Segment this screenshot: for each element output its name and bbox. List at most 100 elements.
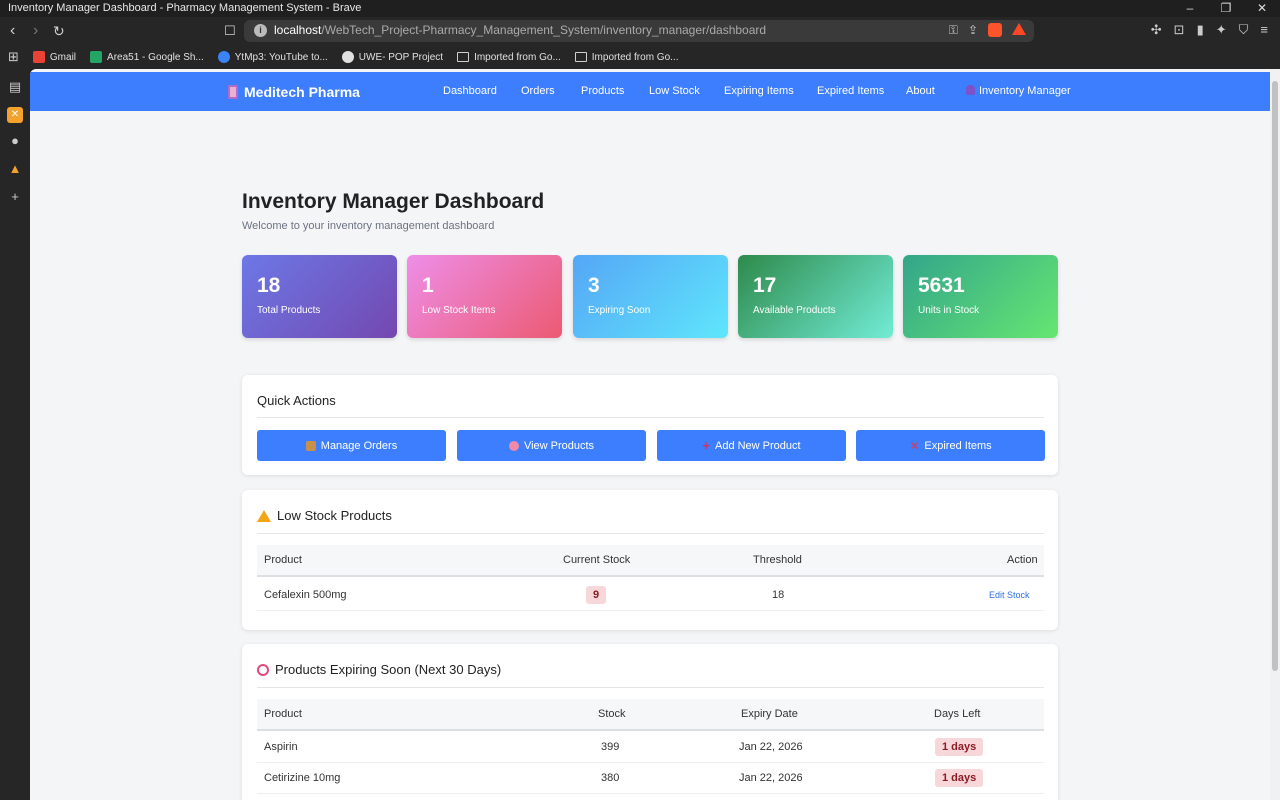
quick-actions-title: Quick Actions [257, 393, 336, 408]
nav-low-stock[interactable]: Low Stock [649, 72, 700, 111]
add-new-product-button[interactable]: + Add New Product [657, 430, 846, 461]
site-info-icon[interactable]: i [254, 24, 267, 37]
stat-total-products: 18 Total Products [242, 255, 397, 338]
stat-label: Low Stock Items [422, 305, 496, 316]
browser-sidebar: ▤ ✕ ● ▲ + [0, 69, 30, 800]
vpn-icon[interactable]: ⛉ [1239, 22, 1249, 38]
col-expiry-date: Expiry Date [741, 708, 798, 720]
apps-grid-icon[interactable]: ⊞ [8, 49, 19, 65]
bookmark-folder-1[interactable]: Imported from Go... [457, 52, 561, 63]
forward-icon[interactable]: › [33, 22, 38, 40]
leo-ai-icon[interactable]: ✦ [1216, 22, 1227, 38]
expiring-soon-card: Products Expiring Soon (Next 30 Days) Pr… [242, 644, 1058, 800]
folder-icon [574, 52, 587, 62]
table-row: Cetirizine 10mg 380 Jan 22, 2026 1 days [257, 762, 1044, 794]
stock-value: 399 [601, 740, 620, 753]
view-products-button[interactable]: View Products [457, 430, 646, 461]
back-icon[interactable]: ‹ [10, 22, 15, 40]
stat-value: 18 [257, 274, 281, 297]
table-row: Cefalexin 500mg 9 18 Edit Stock [257, 579, 1044, 611]
menu-icon[interactable]: ≡ [1260, 22, 1268, 38]
nav-expired-items[interactable]: Expired Items [817, 72, 884, 111]
page-scrollbar[interactable] [1270, 69, 1280, 800]
scrollbar-thumb[interactable] [1272, 81, 1278, 671]
window-title: Inventory Manager Dashboard - Pharmacy M… [8, 2, 362, 14]
bookmark-gmail[interactable]: Gmail [32, 51, 76, 63]
window-controls: – ❐ ✕ [1172, 0, 1280, 17]
low-stock-card: Low Stock Products Product Current Stock… [242, 490, 1058, 630]
expiry-date: Jan 22, 2026 [739, 771, 803, 784]
stat-label: Expiring Soon [588, 305, 651, 316]
expiry-date: Jan 22, 2026 [739, 740, 803, 753]
stat-available-products: 17 Available Products [738, 255, 893, 338]
nav-dashboard[interactable]: Dashboard [443, 72, 497, 111]
reload-icon[interactable]: ↻ [53, 22, 65, 40]
product-name: Cetirizine 10mg [264, 771, 341, 784]
stat-value: 17 [753, 274, 777, 297]
key-icon[interactable]: ⚿ [949, 23, 958, 38]
bookmark-icon[interactable]: ☐ [224, 22, 236, 40]
cross-icon: ✕ [909, 438, 920, 453]
col-action: Action [1007, 554, 1038, 566]
expiring-table-header: Product Stock Expiry Date Days Left [257, 699, 1044, 731]
col-days-left: Days Left [934, 708, 981, 720]
package-icon [305, 440, 316, 451]
address-bar[interactable]: i localhost/WebTech_Project-Pharmacy_Man… [244, 20, 1034, 42]
window-titlebar: Inventory Manager Dashboard - Pharmacy M… [0, 0, 1280, 17]
nav-products[interactable]: Products [581, 72, 624, 111]
manage-orders-button[interactable]: Manage Orders [257, 430, 446, 461]
sidebar-toggle-icon[interactable]: ▮ [1197, 22, 1204, 38]
page-subtitle: Welcome to your inventory management das… [242, 220, 495, 232]
nav-orders[interactable]: Orders [521, 72, 555, 111]
bookmark-uwe-pop[interactable]: UWE- POP Project [341, 51, 443, 63]
brand[interactable]: Meditech Pharma [228, 72, 360, 111]
stat-units-in-stock: 5631 Units in Stock [903, 255, 1058, 338]
sheets-icon [90, 51, 103, 63]
low-stock-title: Low Stock Products [257, 508, 392, 523]
bookmark-area51[interactable]: Area51 - Google Sh... [90, 51, 204, 63]
maximize-button[interactable]: ❐ [1208, 0, 1244, 17]
nav-about[interactable]: About [906, 72, 935, 111]
bookmark-folder-2[interactable]: Imported from Go... [574, 52, 678, 63]
alarm-clock-icon [257, 663, 269, 676]
minimize-button[interactable]: – [1172, 0, 1208, 17]
xampp-icon[interactable]: ✕ [7, 107, 23, 123]
sidebar-panel-icon[interactable]: ▤ [7, 79, 23, 95]
bookmark-ytmp3[interactable]: YtMp3: YouTube to... [217, 51, 328, 63]
nav-user-menu[interactable]: Inventory Manager [966, 72, 1071, 111]
product-name: Cefalexin 500mg [264, 588, 347, 601]
rewards-sidebar-icon[interactable]: ▲ [7, 161, 23, 177]
tab-search-icon[interactable]: ⊡ [1174, 22, 1185, 38]
browser-extensions: ✣ ⊡ ▮ ✦ ⛉ ≡ [1151, 22, 1268, 38]
gmail-icon [32, 51, 45, 63]
share-icon[interactable]: ⇪ [968, 23, 978, 38]
github-icon [341, 51, 354, 63]
github-sidebar-icon[interactable]: ● [7, 133, 23, 149]
quick-actions-card: Quick Actions Manage Orders View Product… [242, 375, 1058, 475]
brave-rewards-icon[interactable] [1012, 23, 1026, 35]
expired-items-button[interactable]: ✕ Expired Items [856, 430, 1045, 461]
add-sidebar-icon[interactable]: + [7, 189, 23, 205]
app-navbar: Meditech Pharma Dashboard Orders Product… [30, 72, 1270, 111]
pharmacy-logo-icon [228, 84, 238, 99]
nav-expiring-items[interactable]: Expiring Items [724, 72, 794, 111]
url-text[interactable]: localhost/WebTech_Project-Pharmacy_Manag… [274, 23, 766, 37]
brave-shields-icon[interactable] [988, 23, 1002, 37]
col-product: Product [264, 554, 302, 566]
product-name: Aspirin [264, 740, 298, 753]
user-icon [966, 85, 975, 95]
stat-expiring-soon: 3 Expiring Soon [573, 255, 728, 338]
warning-icon [257, 509, 271, 522]
browser-toolbar: ‹ › ↻ ☐ i localhost/WebTech_Project-Phar… [0, 17, 1280, 45]
ytmp3-icon [217, 51, 230, 63]
col-threshold: Threshold [753, 554, 802, 566]
divider [257, 533, 1044, 534]
stat-value: 5631 [918, 274, 965, 297]
divider [257, 417, 1044, 418]
page-viewport: Meditech Pharma Dashboard Orders Product… [30, 69, 1280, 800]
col-current-stock: Current Stock [563, 554, 631, 566]
brand-name: Meditech Pharma [244, 83, 360, 100]
extensions-icon[interactable]: ✣ [1151, 22, 1162, 38]
edit-stock-link[interactable]: Edit Stock [989, 590, 1030, 600]
close-button[interactable]: ✕ [1244, 0, 1280, 17]
